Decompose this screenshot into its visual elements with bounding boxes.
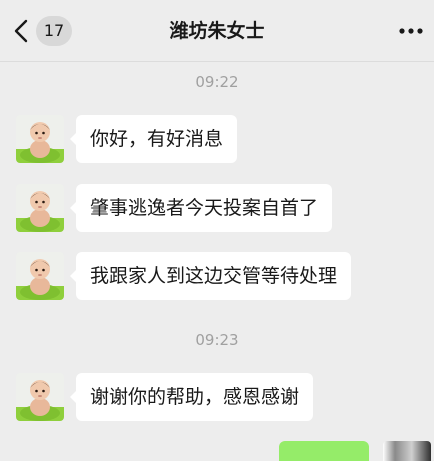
chat-header: 17 潍坊朱女士	[0, 0, 434, 62]
contact-avatar[interactable]	[16, 184, 64, 232]
message-bubble[interactable]: 谢谢你的帮助，感恩感谢	[69, 373, 314, 421]
contact-avatar[interactable]	[16, 373, 64, 421]
outgoing-message-bubble[interactable]	[279, 441, 369, 461]
more-horizontal-icon	[398, 26, 424, 45]
more-button[interactable]	[398, 21, 424, 41]
self-avatar[interactable]	[383, 441, 431, 461]
message-bubble[interactable]: 我跟家人到这边交管等待处理	[69, 252, 352, 300]
message-bubble[interactable]: 你好，有好消息	[69, 115, 238, 163]
contact-avatar[interactable]	[16, 115, 64, 163]
chat-title: 潍坊朱女士	[169, 20, 265, 42]
message-timestamp: 09:22	[195, 73, 239, 91]
contact-avatar[interactable]	[16, 252, 64, 300]
message-bubble[interactable]: 肇事逃逸者今天投案自首了	[69, 184, 333, 232]
message-timestamp: 09:23	[195, 331, 239, 349]
